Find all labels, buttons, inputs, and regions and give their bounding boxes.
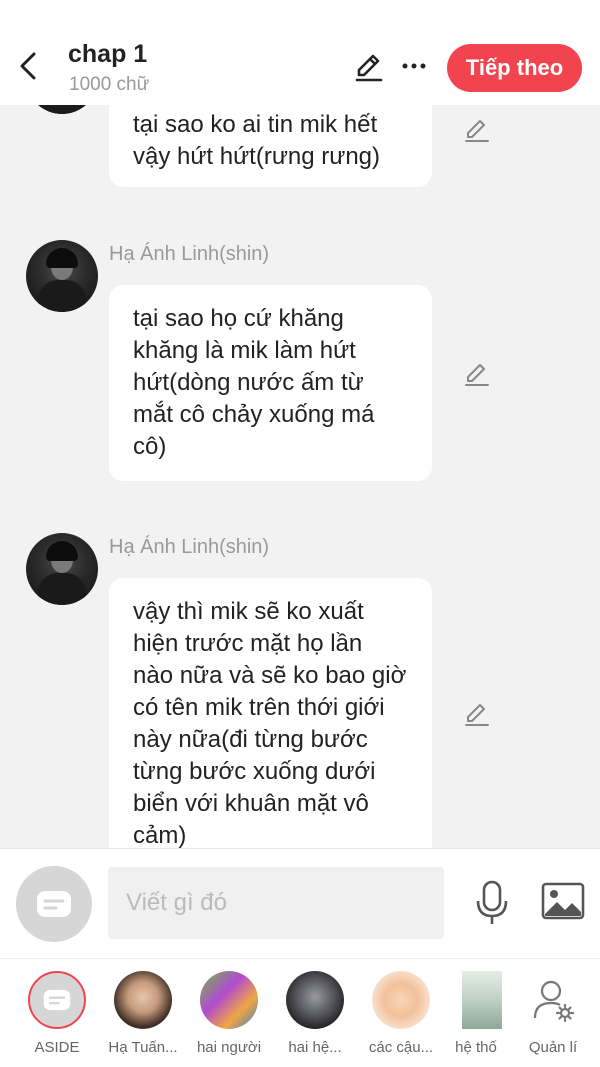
user-settings-icon (533, 980, 575, 1022)
tab-label: Hạ Tuấn... (108, 1039, 178, 1056)
edit-button[interactable] (352, 50, 386, 84)
back-button[interactable] (14, 50, 42, 82)
tab-character[interactable]: Hạ Tuấn... (100, 971, 186, 1063)
chapter-title: chap 1 (68, 40, 148, 68)
tab-character[interactable]: hai hệ... (272, 971, 358, 1063)
aside-button[interactable] (16, 866, 92, 942)
next-chapter-button[interactable]: Tiếp theo (447, 44, 582, 92)
message-input[interactable] (108, 867, 444, 939)
composer-bar (0, 848, 600, 958)
sender-name: Hạ Ánh Linh(shin) (109, 536, 270, 558)
tab-label: Quản lí (528, 1039, 578, 1056)
sender-name: Hạ Ánh Linh(shin) (109, 243, 270, 265)
avatar[interactable] (26, 105, 98, 114)
pencil-icon[interactable] (463, 116, 491, 144)
avatar[interactable] (26, 533, 98, 605)
tab-character[interactable]: hệ thố (444, 971, 508, 1063)
avatar (286, 971, 344, 1029)
character-tab-bar: ASIDE Hạ Tuấn... hai người hai hệ... các… (0, 958, 600, 1067)
tab-character[interactable]: hai người (186, 971, 272, 1063)
back-arrow-icon (20, 52, 36, 80)
tab-label: hai hệ... (288, 1039, 342, 1056)
tab-character[interactable]: các cậu... (358, 971, 444, 1063)
tab-label: hai người (196, 1039, 262, 1056)
avatar (372, 971, 430, 1029)
tab-manage[interactable]: Quản lí (510, 971, 596, 1063)
avatar (200, 971, 258, 1029)
message-bubble[interactable]: vậy thì mik sẽ ko xuất hiện trước mặt họ… (109, 578, 432, 848)
avatar (462, 971, 502, 1029)
message-bubble[interactable]: tại sao ko ai tin mik hết vậy hứt hứt(rư… (109, 105, 432, 187)
chat-area[interactable]: tại sao ko ai tin mik hết vậy hứt hứt(rư… (0, 105, 600, 848)
pencil-icon[interactable] (463, 700, 491, 728)
more-icon (402, 63, 426, 69)
word-count: 1000 chữ (69, 74, 150, 95)
tab-label: hệ thố (455, 1039, 497, 1056)
message-bubble[interactable]: tại sao họ cứ khăng khăng là mik làm hứt… (109, 285, 432, 481)
chat-bubble-icon (37, 891, 71, 917)
pencil-icon[interactable] (463, 360, 491, 388)
microphone-icon[interactable] (472, 879, 512, 927)
more-button[interactable] (400, 52, 428, 80)
avatar (114, 971, 172, 1029)
tab-aside[interactable]: ASIDE (14, 971, 100, 1063)
avatar[interactable] (26, 240, 98, 312)
image-icon[interactable] (541, 881, 585, 921)
chat-bubble-icon (43, 989, 71, 1011)
tab-label: ASIDE (34, 1039, 80, 1056)
tab-label: các cậu... (368, 1039, 434, 1056)
pencil-icon (355, 54, 383, 82)
top-bar: chap 1 1000 chữ Tiếp theo (0, 0, 600, 105)
